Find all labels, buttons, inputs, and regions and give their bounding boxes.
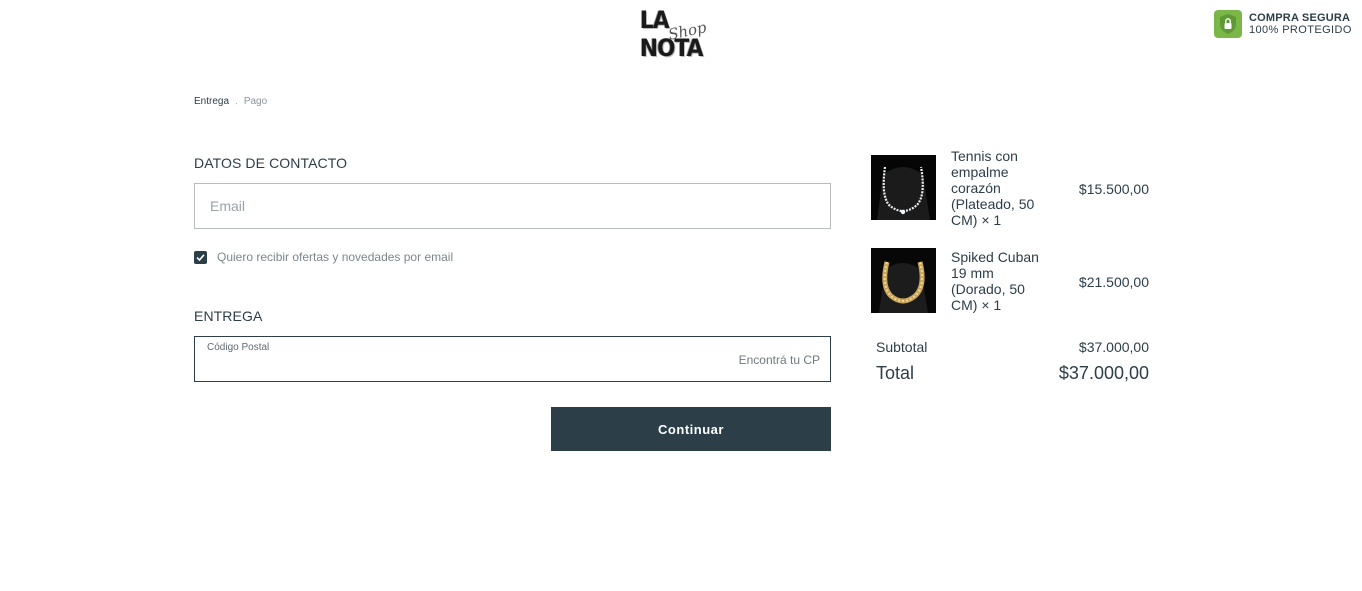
checkmark-icon (196, 253, 205, 261)
total-value: $37.000,00 (1058, 363, 1149, 383)
subtotal-row: Subtotal $37.000,00 (876, 339, 1149, 355)
lock-shield-icon (1214, 10, 1242, 38)
contact-section-title: DATOS DE CONTACTO (194, 155, 348, 171)
email-field[interactable] (194, 183, 831, 229)
find-postal-code-link[interactable]: Encontrá tu CP (739, 353, 820, 367)
total-label: Total (876, 363, 915, 383)
breadcrumb-pago: Pago (243, 96, 268, 107)
breadcrumb: Entrega . Pago (194, 96, 267, 107)
total-row: Total $37.000,00 (876, 363, 1149, 384)
delivery-section-title: ENTREGA (194, 308, 263, 324)
breadcrumb-entrega: Entrega (194, 96, 230, 107)
newsletter-optin[interactable]: Quiero recibir ofertas y novedades por e… (194, 250, 453, 264)
breadcrumb-separator: . (235, 96, 238, 107)
continue-button[interactable]: Continuar (551, 407, 831, 451)
store-logo[interactable]: LA NOTA Shop (638, 4, 720, 62)
postal-code-label: Código Postal (207, 342, 270, 353)
subtotal-label: Subtotal (876, 339, 928, 355)
cart-item-name: Spiked Cuban 19 mm (Dorado, 50 CM) × 1 (951, 249, 1039, 313)
cart-item-price: $21.500,00 (1078, 274, 1149, 290)
secure-title: COMPRA SEGURA (1249, 12, 1351, 24)
cart-item-name: Tennis con empalme corazón (Plateado, 50… (951, 148, 1035, 228)
secure-purchase-badge: COMPRA SEGURA 100% PROTEGIDO (1214, 10, 1352, 38)
subtotal-value: $37.000,00 (1078, 339, 1149, 355)
cart-item-price: $15.500,00 (1078, 181, 1149, 197)
postal-code-field[interactable]: Código Postal Encontrá tu CP (194, 336, 831, 382)
secure-subtitle: 100% PROTEGIDO (1249, 24, 1352, 36)
newsletter-label: Quiero recibir ofertas y novedades por e… (217, 250, 454, 264)
silver-tennis-necklace-image (871, 155, 936, 220)
newsletter-checkbox[interactable] (194, 250, 207, 264)
gold-cuban-chain-image (871, 248, 936, 313)
